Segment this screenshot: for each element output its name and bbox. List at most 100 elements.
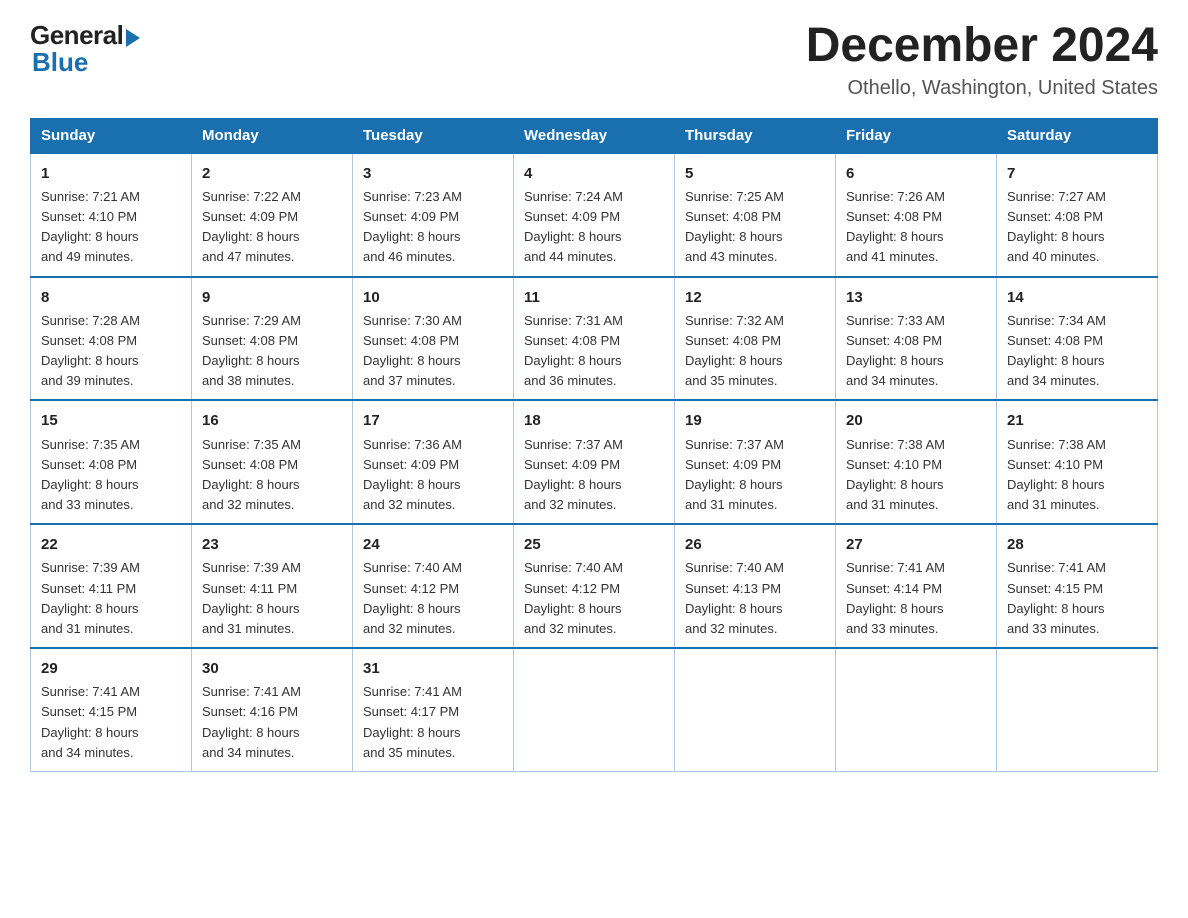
day-info-line: Daylight: 8 hours [1007,229,1105,244]
day-info-line: Sunset: 4:10 PM [846,457,942,472]
day-number: 12 [685,286,825,309]
day-info-line: Sunrise: 7:34 AM [1007,313,1106,328]
day-info-line: and 33 minutes. [41,497,134,512]
calendar-week-row: 29Sunrise: 7:41 AMSunset: 4:15 PMDayligh… [31,648,1158,771]
day-info: Sunrise: 7:31 AMSunset: 4:08 PMDaylight:… [524,311,664,392]
day-info-line: and 32 minutes. [524,621,617,636]
day-info-line: Daylight: 8 hours [363,477,461,492]
calendar-day-cell: 11Sunrise: 7:31 AMSunset: 4:08 PMDayligh… [514,277,675,401]
day-info: Sunrise: 7:35 AMSunset: 4:08 PMDaylight:… [41,435,181,516]
day-info-line: Daylight: 8 hours [524,229,622,244]
calendar-week-row: 8Sunrise: 7:28 AMSunset: 4:08 PMDaylight… [31,277,1158,401]
day-info-line: and 49 minutes. [41,249,134,264]
calendar-day-cell: 24Sunrise: 7:40 AMSunset: 4:12 PMDayligh… [353,524,514,648]
day-info-line: Daylight: 8 hours [846,477,944,492]
day-number: 31 [363,657,503,680]
day-info-line: Sunset: 4:15 PM [41,704,137,719]
day-info-line: Sunset: 4:08 PM [685,209,781,224]
day-info-line: Sunset: 4:09 PM [202,209,298,224]
calendar-day-cell: 9Sunrise: 7:29 AMSunset: 4:08 PMDaylight… [192,277,353,401]
day-info-line: Daylight: 8 hours [41,725,139,740]
day-info: Sunrise: 7:40 AMSunset: 4:12 PMDaylight:… [363,558,503,639]
day-info-line: Daylight: 8 hours [846,353,944,368]
day-info-line: Daylight: 8 hours [685,353,783,368]
day-info-line: Daylight: 8 hours [524,601,622,616]
day-number: 20 [846,409,986,432]
day-info-line: and 33 minutes. [1007,621,1100,636]
day-number: 27 [846,533,986,556]
day-info: Sunrise: 7:39 AMSunset: 4:11 PMDaylight:… [41,558,181,639]
day-info-line: Sunset: 4:08 PM [846,209,942,224]
col-header-tuesday: Tuesday [353,118,514,153]
calendar-day-cell: 25Sunrise: 7:40 AMSunset: 4:12 PMDayligh… [514,524,675,648]
day-info-line: and 31 minutes. [1007,497,1100,512]
day-info-line: Daylight: 8 hours [363,353,461,368]
day-info: Sunrise: 7:23 AMSunset: 4:09 PMDaylight:… [363,187,503,268]
day-info-line: Sunrise: 7:41 AM [41,684,140,699]
day-number: 24 [363,533,503,556]
day-info-line: and 32 minutes. [363,621,456,636]
day-number: 13 [846,286,986,309]
day-info-line: and 34 minutes. [202,745,295,760]
day-info-line: Sunrise: 7:23 AM [363,189,462,204]
day-info-line: and 46 minutes. [363,249,456,264]
day-number: 2 [202,162,342,185]
calendar-table: SundayMondayTuesdayWednesdayThursdayFrid… [30,118,1158,772]
calendar-day-cell: 30Sunrise: 7:41 AMSunset: 4:16 PMDayligh… [192,648,353,771]
day-info-line: Sunset: 4:08 PM [1007,209,1103,224]
day-info: Sunrise: 7:41 AM Sunset: 4:15 PM Daylight:… [1007,558,1147,639]
day-number: 30 [202,657,342,680]
day-number: 26 [685,533,825,556]
day-info-line: Sunset: 4:17 PM [363,704,459,719]
day-info-line: and 31 minutes. [846,497,939,512]
day-info-line: Daylight: 8 hours [1007,601,1105,616]
day-info-line: Sunrise: 7:28 AM [41,313,140,328]
calendar-day-cell: 12Sunrise: 7:32 AMSunset: 4:08 PMDayligh… [675,277,836,401]
day-info-line: Sunrise: 7:41 AM [1007,560,1106,575]
day-info-line: Daylight: 8 hours [202,477,300,492]
day-info-line: Sunset: 4:16 PM [202,704,298,719]
day-number: 14 [1007,286,1147,309]
calendar-day-cell: 23Sunrise: 7:39 AMSunset: 4:11 PMDayligh… [192,524,353,648]
day-info: Sunrise: 7:33 AMSunset: 4:08 PMDaylight:… [846,311,986,392]
day-info-line: and 31 minutes. [202,621,295,636]
day-info-line: Sunrise: 7:24 AM [524,189,623,204]
day-info-line: Sunrise: 7:30 AM [363,313,462,328]
col-header-sunday: Sunday [31,118,192,153]
day-info-line: Daylight: 8 hours [1007,353,1105,368]
logo: General Blue [30,20,140,78]
day-info-line: and 32 minutes. [202,497,295,512]
day-info-line: Sunset: 4:08 PM [524,333,620,348]
day-number: 15 [41,409,181,432]
day-info-line: Sunset: 4:08 PM [363,333,459,348]
calendar-day-cell: 13Sunrise: 7:33 AMSunset: 4:08 PMDayligh… [836,277,997,401]
day-info: Sunrise: 7:41 AMSunset: 4:16 PMDaylight:… [202,682,342,763]
calendar-day-cell: 4Sunrise: 7:24 AMSunset: 4:09 PMDaylight… [514,153,675,277]
day-info-line: Sunrise: 7:39 AM [41,560,140,575]
calendar-day-cell: 16Sunrise: 7:35 AMSunset: 4:08 PMDayligh… [192,400,353,524]
day-info-line: Sunrise: 7:26 AM [846,189,945,204]
day-info-line: Sunset: 4:08 PM [685,333,781,348]
calendar-day-cell: 6Sunrise: 7:26 AMSunset: 4:08 PMDaylight… [836,153,997,277]
calendar-day-cell: 22Sunrise: 7:39 AMSunset: 4:11 PMDayligh… [31,524,192,648]
day-info-line: Sunrise: 7:41 AM [202,684,301,699]
calendar-day-cell: 26Sunrise: 7:40 AMSunset: 4:13 PMDayligh… [675,524,836,648]
day-info-line: Sunset: 4:15 PM [1007,581,1103,596]
day-info-line: Sunset: 4:14 PM [846,581,942,596]
day-info-line: Sunrise: 7:37 AM [685,437,784,452]
day-info-line: Sunset: 4:13 PM [685,581,781,596]
day-info: Sunrise: 7:28 AMSunset: 4:08 PMDaylight:… [41,311,181,392]
calendar-day-cell: 29Sunrise: 7:41 AMSunset: 4:15 PMDayligh… [31,648,192,771]
day-number: 6 [846,162,986,185]
day-number: 1 [41,162,181,185]
day-info-line: Daylight: 8 hours [41,601,139,616]
day-info: Sunrise: 7:29 AMSunset: 4:08 PMDaylight:… [202,311,342,392]
location-title: Othello, Washington, United States [806,77,1158,100]
day-info-line: and 36 minutes. [524,373,617,388]
day-info-line: Sunset: 4:09 PM [363,209,459,224]
day-info-line: Sunrise: 7:36 AM [363,437,462,452]
day-info-line: and 32 minutes. [524,497,617,512]
day-info-line: Sunrise: 7:38 AM [1007,437,1106,452]
col-header-saturday: Saturday [997,118,1158,153]
day-info-line: Sunrise: 7:41 AM [846,560,945,575]
